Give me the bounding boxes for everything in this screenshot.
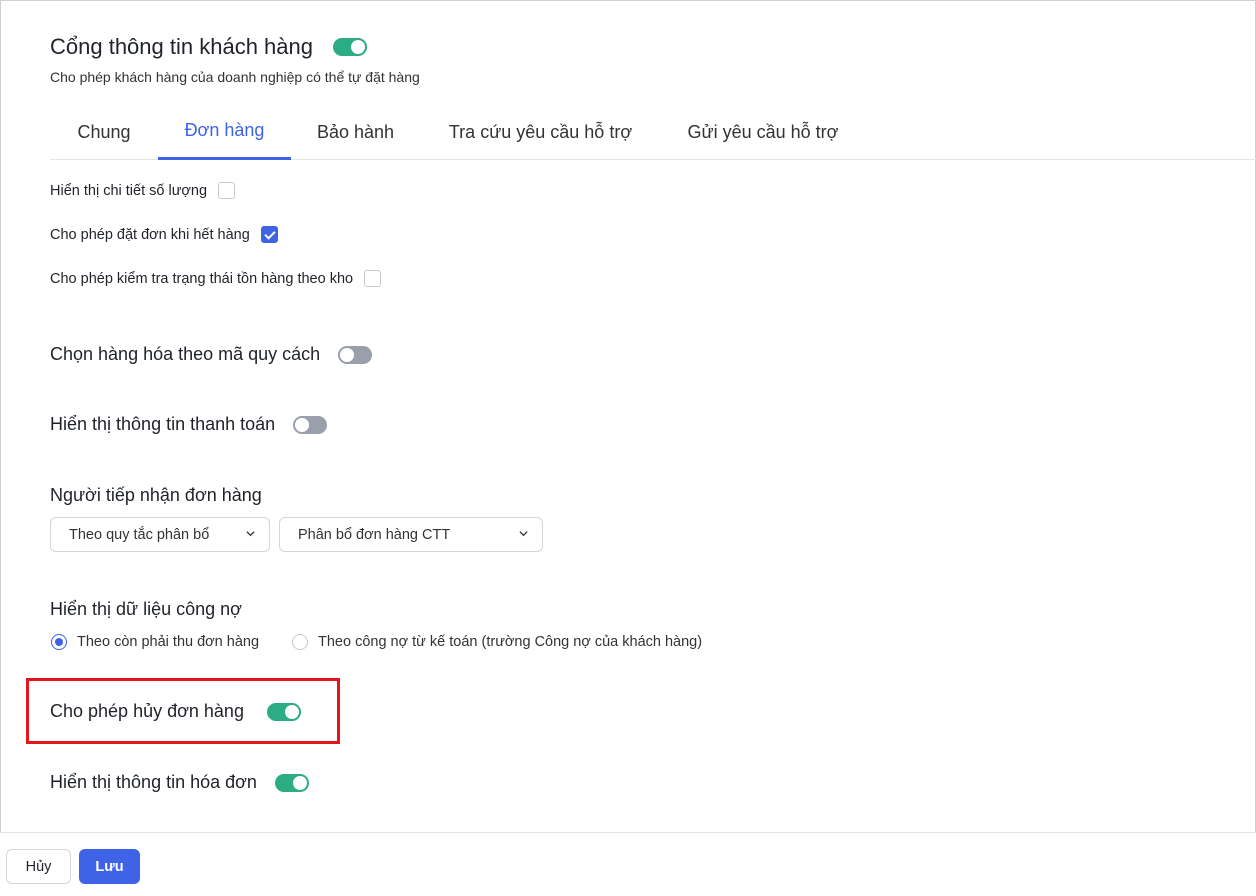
- tab-bar: Chung Đơn hàng Bảo hành Tra cứu yêu cầu …: [50, 104, 1256, 160]
- checkbox-row-allow-out-of-stock: Cho phép đặt đơn khi hết hàng: [50, 226, 278, 243]
- select-by-spec-toggle[interactable]: [338, 345, 373, 364]
- radio-button[interactable]: [292, 634, 308, 650]
- allocation-rule-select[interactable]: Theo quy tắc phân bổ: [50, 517, 270, 552]
- allocation-select[interactable]: Phân bổ đơn hàng CTT: [279, 517, 543, 552]
- cancel-button[interactable]: Hủy: [6, 849, 71, 884]
- toggle-knob: [295, 417, 310, 432]
- tab-warranty[interactable]: Bảo hành: [291, 104, 420, 160]
- header: Cổng thông tin khách hàng: [50, 34, 367, 60]
- setting-allow-cancel-order: Cho phép hủy đơn hàng: [50, 701, 301, 722]
- radio-accounting-debt[interactable]: Theo công nợ từ kế toán (trường Công nợ …: [292, 634, 702, 650]
- save-button[interactable]: Lưu: [79, 849, 140, 884]
- page-title: Cổng thông tin khách hàng: [50, 34, 313, 59]
- toggle-knob: [350, 40, 365, 54]
- allow-out-of-stock-checkbox[interactable]: [260, 226, 278, 243]
- select-value: Phân bổ đơn hàng CTT: [298, 526, 451, 543]
- setting-show-payment-info: Hiển thị thông tin thanh toán: [50, 414, 328, 435]
- show-payment-info-toggle[interactable]: [293, 415, 328, 434]
- setting-label: Chọn hàng hóa theo mã quy cách: [50, 344, 321, 364]
- setting-label: Hiển thị thông tin thanh toán: [50, 414, 276, 434]
- setting-label: Cho phép hủy đơn hàng: [50, 701, 244, 721]
- toggle-knob: [284, 704, 299, 719]
- select-value: Theo quy tắc phân bổ: [69, 526, 210, 543]
- chevron-down-icon: [519, 531, 528, 537]
- radio-button[interactable]: [51, 634, 67, 650]
- show-invoice-info-toggle[interactable]: [274, 773, 309, 792]
- footer-bar: Hủy Lưu: [0, 832, 1256, 896]
- checkbox-row-check-stock-status: Cho phép kiểm tra trạng thái tồn hàng th…: [50, 270, 382, 287]
- show-quantity-checkbox[interactable]: [218, 182, 236, 199]
- setting-label: Hiển thị thông tin hóa đơn: [50, 772, 257, 792]
- page-subtitle: Cho phép khách hàng của doanh nghiệp có …: [50, 69, 420, 85]
- check-stock-status-checkbox[interactable]: [364, 270, 382, 287]
- checkbox-label: Hiển thị chi tiết số lượng: [50, 182, 208, 199]
- toggle-knob: [292, 775, 307, 790]
- order-receiver-label: Người tiếp nhận đơn hàng: [50, 485, 262, 505]
- allow-cancel-order-toggle[interactable]: [266, 702, 301, 721]
- chevron-down-icon: [246, 531, 255, 537]
- tab-orders[interactable]: Đơn hàng: [158, 104, 291, 160]
- checkbox-label: Cho phép đặt đơn khi hết hàng: [50, 226, 250, 243]
- checkbox-row-show-quantity: Hiển thị chi tiết số lượng: [50, 182, 236, 199]
- tab-general[interactable]: Chung: [50, 104, 158, 160]
- radio-label: Theo còn phải thu đơn hàng: [77, 634, 260, 650]
- checkbox-label: Cho phép kiểm tra trạng thái tồn hàng th…: [50, 270, 354, 287]
- toggle-knob: [340, 347, 355, 362]
- radio-receivable[interactable]: Theo còn phải thu đơn hàng: [51, 634, 259, 650]
- debt-data-label: Hiển thị dữ liệu công nợ: [50, 599, 242, 619]
- tab-support-request[interactable]: Gửi yêu cầu hỗ trợ: [661, 104, 865, 160]
- setting-show-invoice-info: Hiển thị thông tin hóa đơn: [50, 772, 309, 793]
- radio-label: Theo công nợ từ kế toán (trường Công nợ …: [318, 634, 703, 650]
- tab-support-lookup[interactable]: Tra cứu yêu cầu hỗ trợ: [420, 104, 661, 160]
- portal-enable-toggle[interactable]: [332, 38, 367, 56]
- setting-select-by-spec: Chọn hàng hóa theo mã quy cách: [50, 344, 373, 365]
